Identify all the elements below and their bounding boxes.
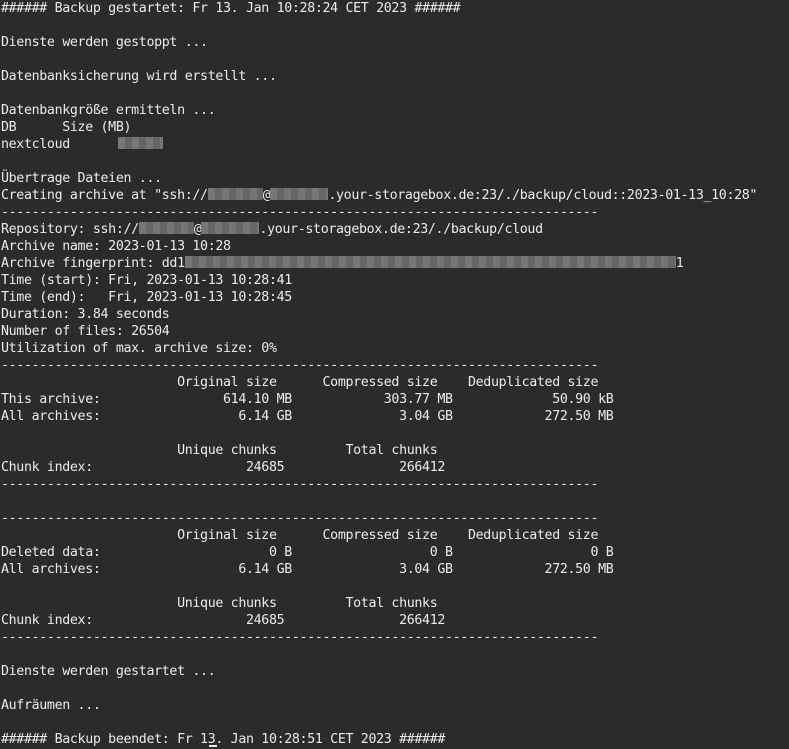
chunks-table-header: Unique chunks Total chunks xyxy=(1,443,438,458)
redacted-username xyxy=(138,222,194,234)
separator-line: ----------------------------------------… xyxy=(1,358,599,373)
creating-archive-line: Creating archive at "ssh:// @ .your-storag… xyxy=(1,187,757,204)
db-size-line: Datenbankgröße ermitteln ... xyxy=(1,103,216,118)
duration-line: Duration: 3.84 seconds xyxy=(1,307,170,322)
repository-line: Repository: ssh:// @ .your-storagebox.de:2… xyxy=(1,221,543,238)
db-size-header: DB Size (MB) xyxy=(1,120,132,135)
chunk-index-row: Chunk index: 24685 266412 xyxy=(1,613,446,628)
repository-suffix: .your-storagebox.de:23/./backup/cloud xyxy=(259,222,543,237)
cleanup-line: Aufräumen ... xyxy=(1,698,101,713)
number-of-files-line: Number of files: 26504 xyxy=(1,324,170,339)
this-archive-row: This archive: 614.10 MB 303.77 MB 50.90 … xyxy=(1,392,614,407)
text-cursor xyxy=(209,745,217,747)
db-size-row: nextcloud xyxy=(1,136,163,153)
db-name: nextcloud xyxy=(1,137,70,152)
repository-prefix: Repository: ssh:// xyxy=(1,222,139,237)
separator-line: ----------------------------------------… xyxy=(1,511,599,526)
at-sign: @ xyxy=(262,188,271,203)
size-table-header: Original size Compressed size Deduplicat… xyxy=(1,375,599,390)
backup-end-line: ###### Backup beendet: Fr 13. Jan 10:28:… xyxy=(1,732,446,747)
redacted-host xyxy=(201,222,260,234)
all-archives-row: All archives: 6.14 GB 3.04 GB 272.50 MB xyxy=(1,409,614,424)
terminal-output[interactable]: ###### Backup gestartet: Fr 13. Jan 10:2… xyxy=(0,0,789,749)
redacted-fingerprint xyxy=(184,256,676,268)
transfer-files-line: Übertrage Dateien ... xyxy=(1,171,162,186)
at-sign: @ xyxy=(193,222,202,237)
deleted-data-row: Deleted data: 0 B 0 B 0 B xyxy=(1,545,614,560)
redacted-username xyxy=(207,188,263,200)
services-stopping-line: Dienste werden gestoppt ... xyxy=(1,35,208,50)
archive-name-line: Archive name: 2023-01-13 10:28 xyxy=(1,239,231,254)
time-end-line: Time (end): Fri, 2023-01-13 10:28:45 xyxy=(1,290,292,305)
db-backup-line: Datenbanksicherung wird erstellt ... xyxy=(1,69,277,84)
services-starting-line: Dienste werden gestartet ... xyxy=(1,664,216,679)
creating-archive-suffix: .your-storagebox.de:23/./backup/cloud::2… xyxy=(328,188,758,203)
archive-fingerprint-line: Archive fingerprint: dd1 1 xyxy=(1,255,684,272)
redacted-host xyxy=(270,188,329,200)
backup-start-line: ###### Backup gestartet: Fr 13. Jan 10:2… xyxy=(1,1,461,16)
redacted-db-size xyxy=(117,137,163,149)
utilization-line: Utilization of max. archive size: 0% xyxy=(1,341,277,356)
time-start-line: Time (start): Fri, 2023-01-13 10:28:41 xyxy=(1,273,292,288)
separator-line: ----------------------------------------… xyxy=(1,205,599,220)
size-table-header: Original size Compressed size Deduplicat… xyxy=(1,528,599,543)
creating-archive-prefix: Creating archive at "ssh:// xyxy=(1,188,208,203)
chunk-index-row: Chunk index: 24685 266412 xyxy=(1,460,446,475)
chunks-table-header: Unique chunks Total chunks xyxy=(1,596,438,611)
all-archives-row: All archives: 6.14 GB 3.04 GB 272.50 MB xyxy=(1,562,614,577)
separator-line: ----------------------------------------… xyxy=(1,477,599,492)
separator-line: ----------------------------------------… xyxy=(1,630,599,645)
fingerprint-suffix: 1 xyxy=(675,256,684,271)
fingerprint-prefix: Archive fingerprint: dd1 xyxy=(1,256,185,271)
